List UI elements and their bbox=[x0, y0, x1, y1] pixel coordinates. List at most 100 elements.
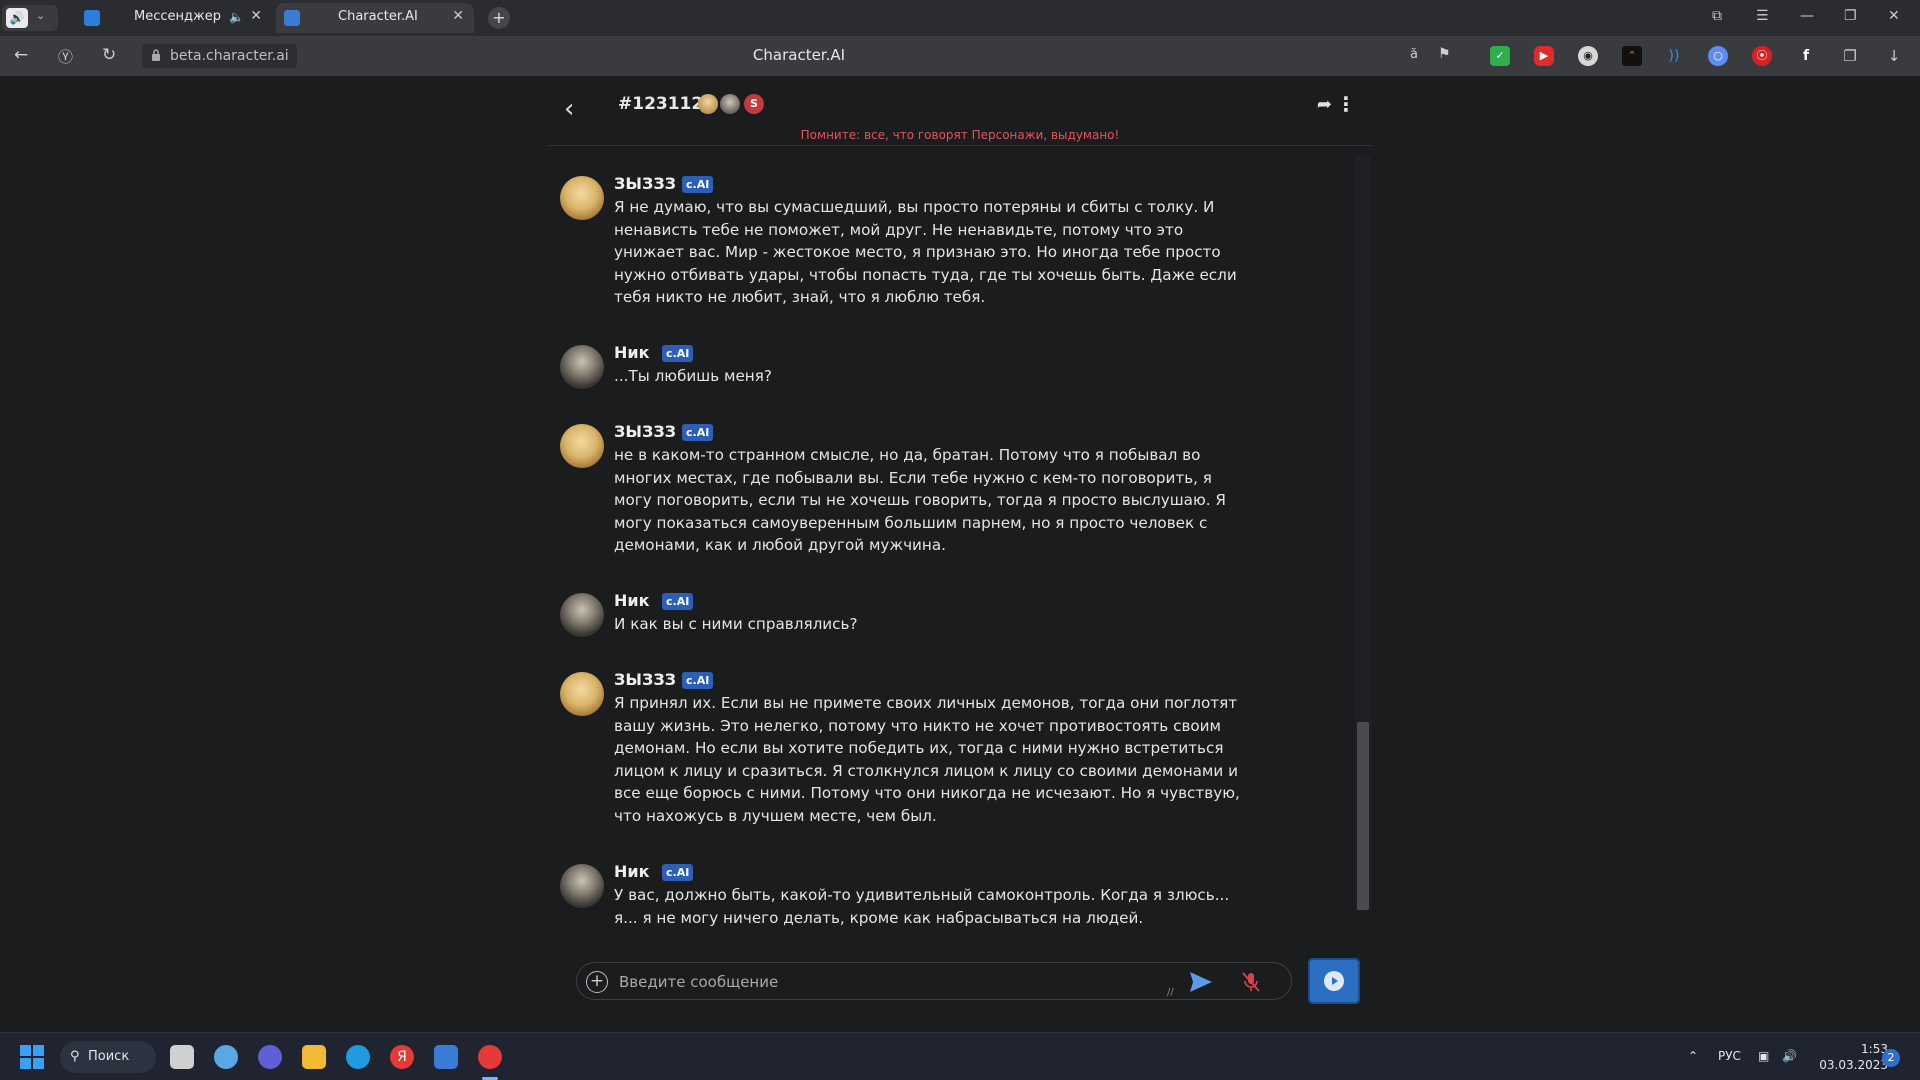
message-text: Я не думаю, что вы сумасшедший, вы прост… bbox=[614, 198, 1237, 306]
mic-muted-icon[interactable] bbox=[1241, 971, 1261, 993]
chat-message: Ник c.AI И как вы с ними справлялись? bbox=[560, 591, 1250, 643]
avatar[interactable] bbox=[560, 424, 604, 468]
chat-message: ЗЫЗЗЗ c.AI Я принял их. Если вы не приме… bbox=[560, 670, 1250, 825]
more-options-icon[interactable]: ⋮ bbox=[1336, 92, 1356, 116]
yandex-icon[interactable]: Я bbox=[390, 1045, 414, 1069]
close-window-button[interactable]: ✕ bbox=[1888, 8, 1900, 24]
tab-title: Мессенджер bbox=[134, 9, 221, 24]
red-extension-icon[interactable]: ⦿ bbox=[1752, 46, 1772, 66]
edge-browser-icon[interactable] bbox=[346, 1045, 370, 1069]
translate-icon[interactable]: ă bbox=[1410, 47, 1418, 62]
chat-header: ‹ #1231123 S ➦ ⋮ Помните: все, что говор… bbox=[548, 82, 1372, 146]
cai-badge: c.AI bbox=[682, 424, 714, 441]
character-ai-favicon-icon bbox=[284, 10, 300, 26]
collections-icon[interactable]: ⧉ bbox=[1712, 8, 1722, 24]
avatar[interactable] bbox=[560, 345, 604, 389]
chat-message: Ник c.AI ...Ты любишь меня? bbox=[560, 343, 1250, 395]
restore-button[interactable]: ❐ bbox=[1844, 8, 1857, 24]
shield-extension-icon[interactable]: ✓ bbox=[1490, 46, 1510, 66]
audio-playing-icon[interactable]: 🔈 bbox=[229, 10, 244, 24]
audio-playback-button[interactable] bbox=[1308, 958, 1360, 1004]
task-view-icon[interactable] bbox=[170, 1045, 194, 1069]
play-icon bbox=[1324, 971, 1344, 991]
scrollbar-thumb[interactable] bbox=[1357, 722, 1369, 910]
chevron-up-icon[interactable]: ⌃ bbox=[1688, 1049, 1698, 1063]
search-extension-icon[interactable]: ○ bbox=[1708, 46, 1728, 66]
page-title: Character.AI bbox=[752, 46, 846, 64]
clock[interactable]: 1:53 03.03.2023 bbox=[1808, 1041, 1888, 1073]
chevron-up-extension-icon[interactable]: ⌃ bbox=[1622, 46, 1642, 66]
extensions-icon[interactable]: ❐ bbox=[1840, 46, 1860, 66]
store-icon[interactable] bbox=[434, 1045, 458, 1069]
bookmark-icon[interactable]: ⚑ bbox=[1438, 46, 1451, 62]
cai-badge: c.AI bbox=[662, 593, 694, 610]
youtube-extension-icon[interactable]: ▶ bbox=[1534, 46, 1554, 66]
taskbar-search-button[interactable]: ⚲ Поиск bbox=[60, 1041, 156, 1073]
participant-avatar bbox=[720, 94, 740, 114]
media-control-button[interactable]: 🔊 ⌄ bbox=[2, 5, 58, 31]
address-bar: ← Ⓨ ↻ beta.character.ai Character.AI ă ⚑… bbox=[0, 36, 1920, 76]
avatar[interactable] bbox=[560, 864, 604, 908]
cai-badge: c.AI bbox=[662, 345, 694, 362]
clock-time: 1:53 bbox=[1861, 1042, 1888, 1056]
message-author: Ник bbox=[614, 343, 650, 362]
message-author: ЗЫЗЗЗ bbox=[614, 670, 677, 689]
message-text: У вас, должно быть, какой-то удивительны… bbox=[614, 886, 1230, 927]
message-author: Ник bbox=[614, 591, 650, 610]
search-icon: ⚲ bbox=[70, 1049, 80, 1064]
messenger-favicon-icon bbox=[84, 10, 100, 26]
share-icon[interactable]: ➦ bbox=[1317, 94, 1332, 115]
notification-badge[interactable]: 2 bbox=[1882, 1049, 1900, 1067]
browser-tabstrip: 🔊 ⌄ Мессенджер 🔈 ✕ Character.AI ✕ + ⧉ ☰ … bbox=[0, 0, 1920, 36]
wave-extension-icon[interactable]: )) bbox=[1664, 46, 1684, 66]
chat-message: Ник c.AI У вас, должно быть, какой-то уд… bbox=[560, 862, 1250, 934]
file-explorer-icon[interactable] bbox=[302, 1045, 326, 1069]
disclaimer-text: Помните: все, что говорят Персонажи, выд… bbox=[800, 128, 1120, 142]
weather-widget-icon[interactable] bbox=[214, 1045, 238, 1069]
search-label: Поиск bbox=[88, 1049, 130, 1064]
back-chevron-icon[interactable]: ‹ bbox=[564, 94, 574, 124]
input-placeholder: Введите сообщение bbox=[619, 973, 779, 991]
message-author: ЗЫЗЗЗ bbox=[614, 174, 677, 193]
minimize-button[interactable]: — bbox=[1800, 8, 1814, 24]
tab-character-ai[interactable]: Character.AI ✕ bbox=[276, 3, 474, 33]
yandex-browser-icon[interactable] bbox=[478, 1045, 502, 1069]
windows-start-icon[interactable] bbox=[20, 1045, 44, 1069]
fx-extension-icon[interactable]: f bbox=[1796, 46, 1816, 66]
download-icon[interactable]: ↓ bbox=[1884, 46, 1904, 66]
new-tab-button[interactable]: + bbox=[488, 7, 510, 29]
close-tab-icon[interactable]: ✕ bbox=[452, 8, 464, 24]
close-tab-icon[interactable]: ✕ bbox=[250, 8, 262, 24]
network-icon[interactable]: ▣ bbox=[1758, 1049, 1769, 1063]
tab-messenger[interactable]: Мессенджер 🔈 ✕ bbox=[72, 3, 272, 33]
taskbar: ⚲ Поиск Я ⌃ РУС ▣ 🔊 1:53 03.03.2023 2 bbox=[0, 1032, 1920, 1080]
chat-message: ЗЫЗЗЗ c.AI не в каком-то странном смысле… bbox=[560, 422, 1250, 554]
participant-avatar bbox=[698, 94, 718, 114]
avatar[interactable] bbox=[560, 593, 604, 637]
add-attachment-icon[interactable]: + bbox=[586, 971, 608, 993]
tab-title: Character.AI bbox=[338, 9, 418, 24]
chat-app-icon[interactable] bbox=[258, 1045, 282, 1069]
message-text: ...Ты любишь меня? bbox=[614, 367, 772, 385]
message-author: Ник bbox=[614, 862, 650, 881]
clock-date: 03.03.2023 bbox=[1819, 1058, 1888, 1072]
cai-badge: c.AI bbox=[682, 176, 714, 193]
vpn-extension-icon[interactable]: ◉ bbox=[1578, 46, 1598, 66]
cai-badge: c.AI bbox=[682, 672, 714, 689]
menu-icon[interactable]: ☰ bbox=[1756, 8, 1769, 24]
message-author: ЗЫЗЗЗ bbox=[614, 422, 677, 441]
avatar[interactable] bbox=[560, 176, 604, 220]
send-icon[interactable] bbox=[1189, 971, 1213, 993]
message-text: И как вы с ними справлялись? bbox=[614, 615, 858, 633]
message-input[interactable]: + Введите сообщение ∕∕ bbox=[576, 962, 1292, 1000]
message-text: не в каком-то странном смысле, но да, бр… bbox=[614, 446, 1226, 554]
resize-grip-icon[interactable]: ∕∕ bbox=[1167, 987, 1174, 998]
cai-badge: c.AI bbox=[662, 864, 694, 881]
chevron-down-icon[interactable]: ⌄ bbox=[36, 9, 45, 22]
avatar[interactable] bbox=[560, 672, 604, 716]
message-text: Я принял их. Если вы не примете своих ли… bbox=[614, 694, 1240, 825]
language-indicator[interactable]: РУС bbox=[1718, 1049, 1741, 1063]
speaker-icon: 🔊 bbox=[6, 8, 28, 28]
user-badge: S bbox=[744, 94, 764, 114]
volume-icon[interactable]: 🔊 bbox=[1782, 1049, 1797, 1063]
